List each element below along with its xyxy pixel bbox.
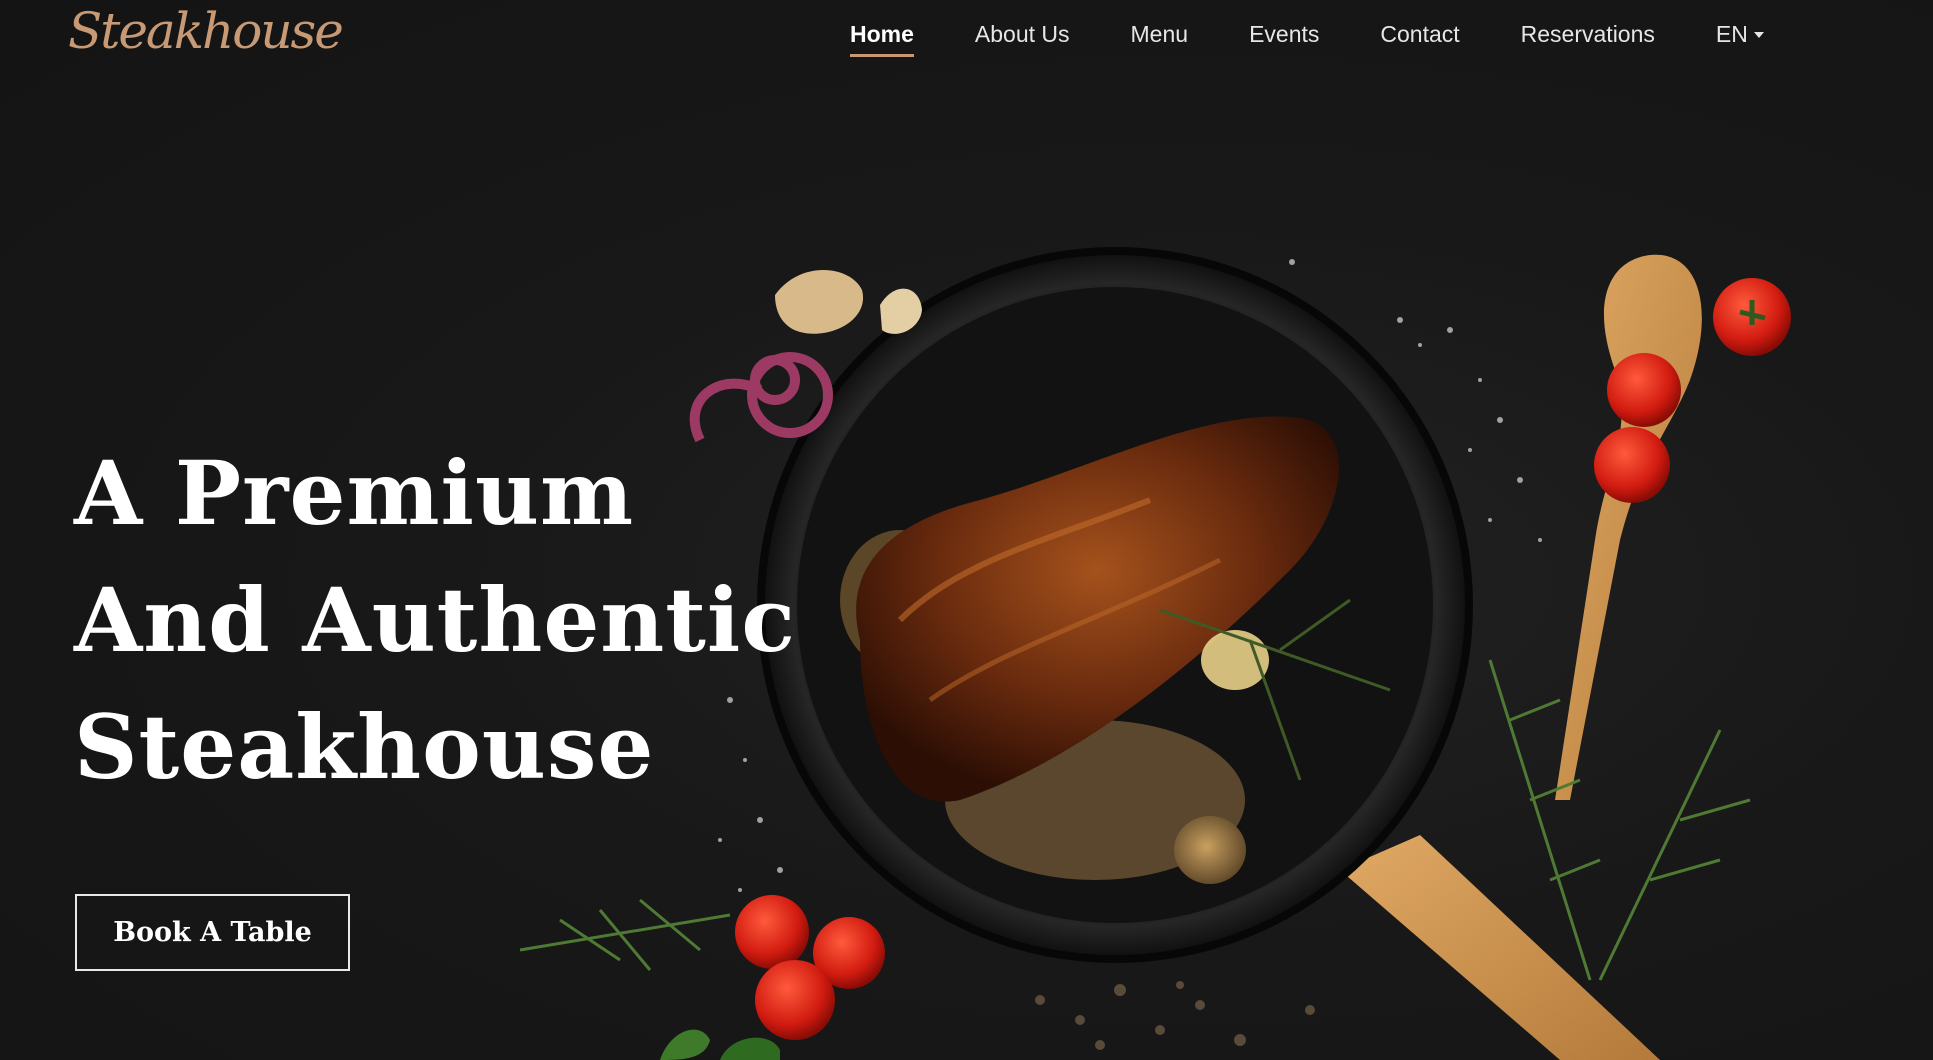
page: Steakhouse Home About Us Menu Events Con…: [0, 0, 1933, 1060]
hero-title: A Premium And Authentic Steakhouse: [74, 430, 796, 811]
hero-title-line-3: Steakhouse: [74, 695, 655, 799]
hero-title-line-1: A Premium: [74, 441, 635, 545]
hero-title-line-2: And Authentic: [74, 568, 796, 672]
book-a-table-button[interactable]: Book A Table: [75, 894, 350, 971]
